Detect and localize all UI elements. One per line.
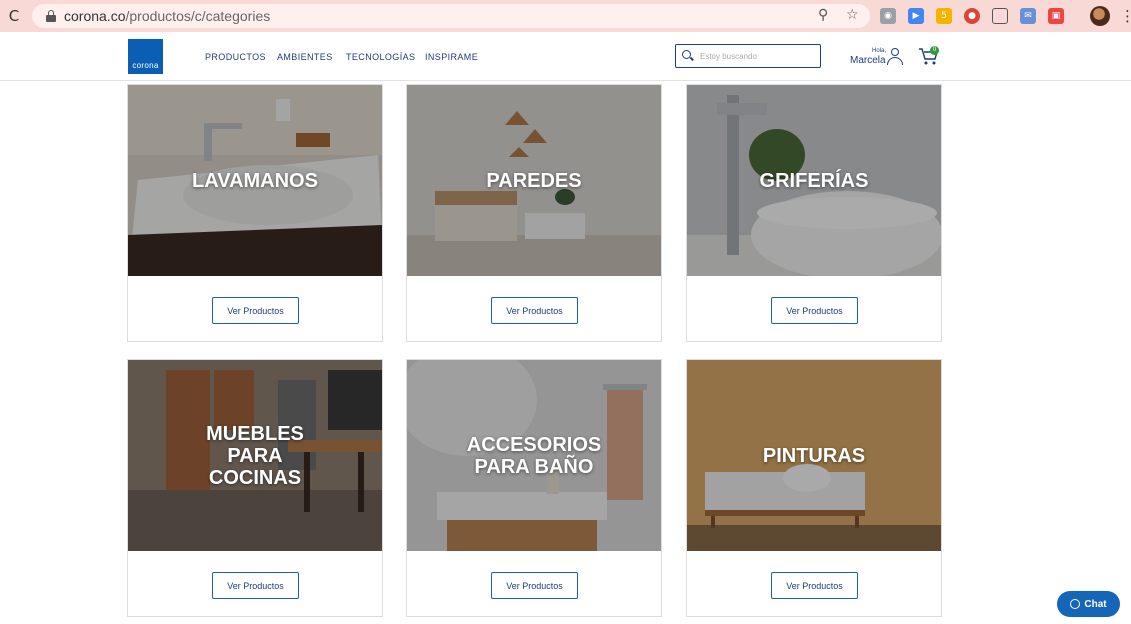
user-icon[interactable] [887, 48, 903, 65]
user-name[interactable]: Marcela [850, 55, 886, 66]
ver-productos-button[interactable]: Ver Productos [212, 297, 299, 324]
nav-inspirame[interactable]: INSPIRAME [425, 52, 478, 62]
category-card-accesorios-bano: ACCESORIOS PARA BAÑO Ver Productos [406, 359, 662, 617]
category-card-lavamanos: LAVAMANOS Ver Productos [127, 84, 383, 342]
address-bar[interactable]: corona.co/productos/c/categories ⚲ ☆ [32, 4, 870, 28]
category-title[interactable]: GRIFERÍAS [687, 85, 941, 276]
pdf-extension-icon[interactable]: ▣ [1048, 8, 1064, 24]
category-title[interactable]: MUEBLES PARA COCINAS [128, 360, 382, 551]
corona-logo[interactable]: corona [128, 39, 163, 74]
category-title[interactable]: ACCESORIOS PARA BAÑO [407, 360, 661, 551]
search-box[interactable] [675, 44, 821, 68]
nav-ambientes[interactable]: AMBIENTES [277, 52, 333, 62]
category-title[interactable]: PAREDES [407, 85, 661, 276]
nav-productos[interactable]: PRODUCTOS [205, 52, 266, 62]
translate-extension-icon[interactable]: ▶ [908, 8, 924, 24]
menu-kebab-icon[interactable]: ⋮ [1120, 7, 1131, 25]
ver-productos-button[interactable]: Ver Productos [491, 572, 578, 599]
cart-icon[interactable]: 0 [918, 46, 940, 66]
lock-icon[interactable] [46, 10, 56, 22]
record-extension-icon[interactable]: ● [964, 8, 980, 24]
screenshot-extension-icon[interactable] [992, 8, 1008, 24]
search-icon [682, 50, 691, 59]
ver-productos-button[interactable]: Ver Productos [212, 572, 299, 599]
site-header: corona PRODUCTOS AMBIENTES TECNOLOGÍAS I… [0, 32, 1131, 81]
profile-avatar[interactable] [1090, 6, 1110, 26]
category-card-griferias: GRIFERÍAS Ver Productos [686, 84, 942, 342]
chat-label: Chat [1084, 598, 1107, 610]
category-card-muebles-cocinas: MUEBLES PARA COCINAS Ver Productos [127, 359, 383, 617]
browser-toolbar: C corona.co/productos/c/categories ⚲ ☆ ◉… [0, 0, 1131, 32]
category-title[interactable]: LAVAMANOS [128, 85, 382, 276]
url-text[interactable]: corona.co/productos/c/categories [64, 8, 270, 24]
category-card-paredes: PAREDES Ver Productos [406, 84, 662, 342]
search-input[interactable] [700, 50, 815, 63]
chat-bubble-icon [1070, 599, 1081, 609]
reload-icon[interactable]: C [6, 8, 22, 24]
ver-productos-button[interactable]: Ver Productos [771, 297, 858, 324]
category-title[interactable]: PINTURAS [687, 360, 941, 551]
category-card-pinturas: PINTURAS Ver Productos [686, 359, 942, 617]
ver-productos-button[interactable]: Ver Productos [771, 572, 858, 599]
chat-button[interactable]: Chat [1057, 591, 1120, 617]
ver-productos-button[interactable]: Ver Productos [491, 297, 578, 324]
cart-count-badge: 0 [930, 46, 939, 55]
camera-extension-icon[interactable]: ◉ [880, 8, 896, 24]
greeting-text: Hola, [872, 48, 887, 54]
nav-tecnologias[interactable]: TECNOLOGÍAS [346, 52, 415, 62]
zoom-icon[interactable]: ⚲ [818, 7, 828, 23]
mail-extension-icon[interactable]: ✉ [1020, 8, 1036, 24]
bookmark-star-icon[interactable]: ☆ [846, 7, 859, 23]
extension-badge-icon[interactable]: 5 [936, 8, 952, 24]
